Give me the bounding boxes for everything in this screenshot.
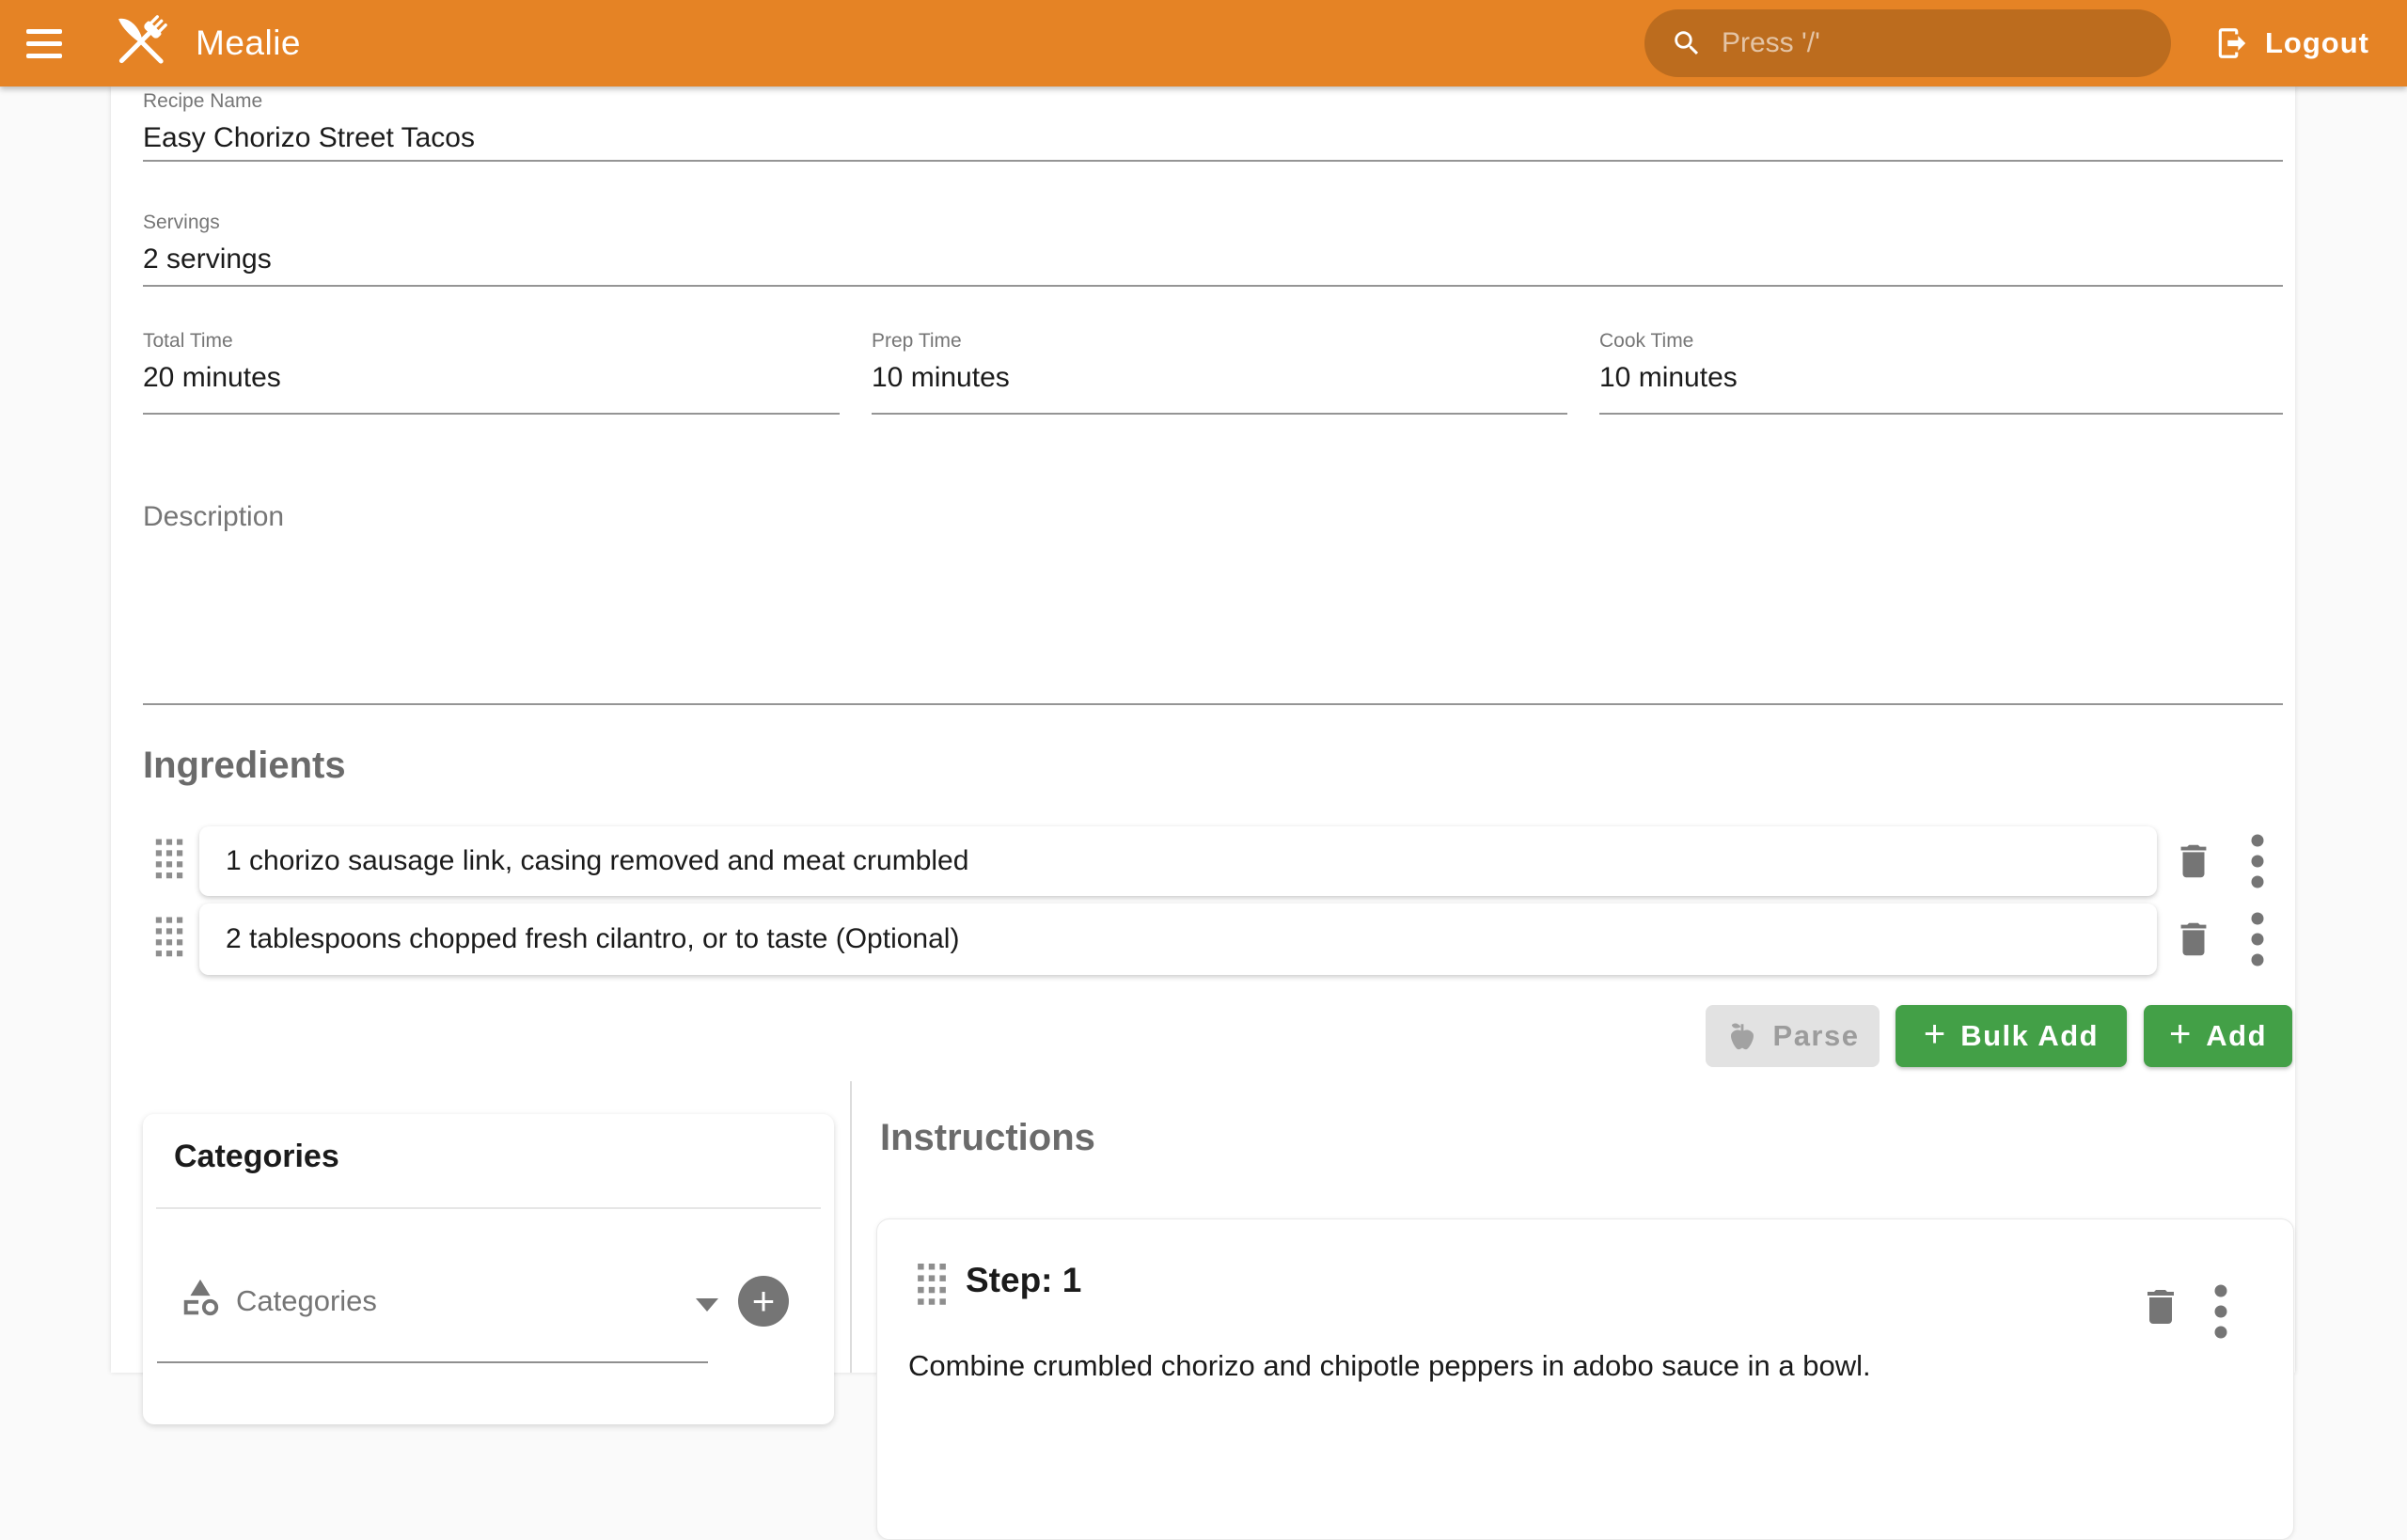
logout-icon <box>2214 25 2250 61</box>
step-text[interactable]: Combine crumbled chorizo and chipotle pe… <box>908 1349 1871 1383</box>
instructions-heading: Instructions <box>880 1117 1095 1159</box>
cook-time-field[interactable]: Cook Time 10 minutes <box>1599 330 2283 415</box>
add-label: Add <box>2206 1019 2267 1053</box>
prep-time-value[interactable]: 10 minutes <box>872 361 1567 395</box>
servings-label: Servings <box>143 212 2283 234</box>
select-underline <box>157 1361 708 1363</box>
shapes-icon <box>179 1276 222 1324</box>
delete-ingredient-button[interactable] <box>2172 918 2215 961</box>
description-field[interactable]: Description <box>143 501 2283 705</box>
step-card: Step: 1 Combine crumbled chorizo and chi… <box>876 1218 2294 1540</box>
prep-time-label: Prep Time <box>872 330 1567 353</box>
ingredient-input[interactable]: 1 chorizo sausage link, casing removed a… <box>199 826 2157 896</box>
categories-title: Categories <box>174 1139 339 1175</box>
ingredient-text[interactable]: 1 chorizo sausage link, casing removed a… <box>226 845 968 877</box>
drag-handle-icon[interactable] <box>916 1264 948 1310</box>
delete-step-button[interactable] <box>2138 1284 2183 1329</box>
add-button[interactable]: + Add <box>2144 1005 2292 1067</box>
search-bar[interactable] <box>1644 9 2171 77</box>
column-divider <box>850 1081 852 1373</box>
search-icon <box>1671 27 1703 59</box>
cook-time-label: Cook Time <box>1599 330 2283 353</box>
kebab-icon <box>2251 912 2264 966</box>
ingredients-heading: Ingredients <box>143 745 346 787</box>
plus-icon: + <box>1924 1015 1945 1053</box>
ingredient-row: 2 tablespoons chopped fresh cilantro, or… <box>111 904 2295 975</box>
recipe-name-field[interactable]: Recipe Name Easy Chorizo Street Tacos <box>143 90 2283 162</box>
ingredient-menu-button[interactable] <box>2251 912 2264 966</box>
parse-button[interactable]: Parse <box>1706 1005 1880 1067</box>
trash-icon <box>2172 918 2215 961</box>
step-title: Step: 1 <box>966 1261 1081 1300</box>
bulk-add-label: Bulk Add <box>1960 1019 2099 1053</box>
kebab-icon <box>2251 834 2264 888</box>
app-bar: Mealie Logout <box>0 0 2407 86</box>
cook-time-value[interactable]: 10 minutes <box>1599 361 2283 395</box>
plus-icon: + <box>2169 1015 2191 1053</box>
recipe-name-value[interactable]: Easy Chorizo Street Tacos <box>143 121 2283 155</box>
servings-field[interactable]: Servings 2 servings <box>143 212 2283 287</box>
mealie-logo-icon <box>107 3 175 85</box>
categories-card: Categories Categories + <box>143 1114 834 1424</box>
kebab-icon <box>2214 1284 2227 1339</box>
delete-ingredient-button[interactable] <box>2172 840 2215 883</box>
ingredient-row: 1 chorizo sausage link, casing removed a… <box>111 826 2295 896</box>
trash-icon <box>2172 840 2215 883</box>
ingredient-text[interactable]: 2 tablespoons chopped fresh cilantro, or… <box>226 923 959 955</box>
recipe-name-label: Recipe Name <box>143 90 2283 113</box>
trash-icon <box>2138 1284 2183 1329</box>
app-title: Mealie <box>196 24 301 63</box>
parse-label: Parse <box>1773 1019 1860 1053</box>
recipe-editor-card: Recipe Name Easy Chorizo Street Tacos Se… <box>111 86 2295 1373</box>
chevron-down-icon[interactable] <box>696 1298 718 1312</box>
logout-label: Logout <box>2265 26 2369 60</box>
description-label: Description <box>143 501 2283 533</box>
categories-select[interactable]: Categories <box>236 1284 377 1318</box>
search-input[interactable] <box>1720 26 2118 60</box>
apple-icon <box>1726 1020 1758 1052</box>
add-category-button[interactable]: + <box>738 1276 789 1327</box>
ingredient-menu-button[interactable] <box>2251 834 2264 888</box>
divider <box>156 1207 821 1209</box>
drag-handle-icon[interactable] <box>155 918 183 962</box>
total-time-field[interactable]: Total Time 20 minutes <box>143 330 840 415</box>
ingredient-input[interactable]: 2 tablespoons chopped fresh cilantro, or… <box>199 904 2157 975</box>
total-time-value[interactable]: 20 minutes <box>143 361 840 395</box>
drag-handle-icon[interactable] <box>155 840 183 884</box>
total-time-label: Total Time <box>143 330 840 353</box>
step-menu-button[interactable] <box>2214 1284 2227 1339</box>
prep-time-field[interactable]: Prep Time 10 minutes <box>872 330 1567 415</box>
bulk-add-button[interactable]: + Bulk Add <box>1896 1005 2127 1067</box>
logout-button[interactable]: Logout <box>2209 24 2375 62</box>
menu-icon[interactable] <box>26 20 73 67</box>
servings-value[interactable]: 2 servings <box>143 243 2283 276</box>
